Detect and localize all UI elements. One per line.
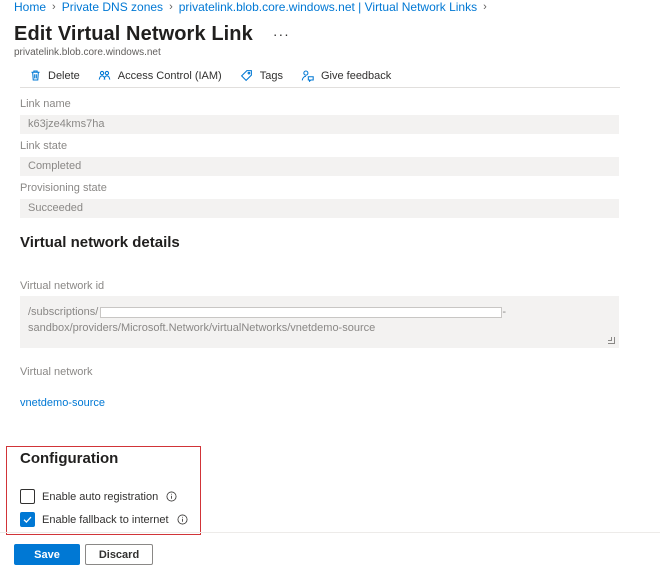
virtual-network-link[interactable]: vnetdemo-source (20, 397, 105, 409)
breadcrumb-home[interactable]: Home (14, 0, 46, 14)
breadcrumb-private-dns-zones[interactable]: Private DNS zones (62, 0, 163, 14)
redacted-block (100, 306, 503, 318)
virtual-network-details-heading: Virtual network details (20, 234, 180, 251)
tags-button[interactable]: Tags (240, 69, 283, 83)
provisioning-state-field: Succeeded (20, 199, 619, 218)
feedback-icon (301, 69, 315, 83)
delete-button[interactable]: Delete (28, 69, 80, 83)
fallback-row: Enable fallback to internet (20, 512, 188, 527)
configuration-heading: Configuration (20, 450, 119, 467)
discard-button[interactable]: Discard (85, 544, 153, 565)
link-state-label: Link state (20, 140, 68, 152)
link-name-label: Link name (20, 98, 71, 110)
access-control-button[interactable]: Access Control (IAM) (98, 69, 222, 83)
info-icon[interactable] (177, 514, 188, 525)
trash-icon (28, 69, 42, 83)
virtual-network-label: Virtual network (20, 366, 93, 378)
access-control-label: Access Control (IAM) (117, 69, 222, 82)
delete-label: Delete (48, 69, 80, 82)
tags-label: Tags (259, 69, 283, 82)
checkmark-icon (23, 516, 32, 523)
auto-registration-row: Enable auto registration (20, 489, 177, 504)
link-state-field: Completed (20, 157, 619, 176)
save-button[interactable]: Save (14, 544, 80, 565)
virtual-network-id-line2: sandbox/providers/Microsoft.Network/virt… (28, 322, 376, 334)
command-bar: Delete Access Control (IAM) Tags Give fe… (20, 64, 620, 88)
people-icon (98, 69, 112, 83)
breadcrumb: Home › Private DNS zones › privatelink.b… (14, 0, 493, 14)
fallback-label: Enable fallback to internet (42, 513, 169, 526)
link-name-field: k63jze4kms7ha (20, 115, 619, 134)
virtual-network-id-field[interactable]: /subscriptions/ - sandbox/providers/Micro… (20, 296, 619, 348)
virtual-network-id-label: Virtual network id (20, 280, 105, 292)
virtual-network-id-prefix: /subscriptions/ (28, 306, 99, 318)
auto-registration-label: Enable auto registration (42, 490, 159, 503)
tag-icon (240, 69, 254, 83)
auto-registration-checkbox[interactable] (20, 489, 35, 504)
fallback-checkbox[interactable] (20, 512, 35, 527)
give-feedback-button[interactable]: Give feedback (301, 69, 391, 83)
title-row: Edit Virtual Network Link ··· (14, 20, 290, 48)
more-options-button[interactable]: ··· (273, 26, 290, 42)
info-icon[interactable] (166, 491, 177, 502)
page-subtitle: privatelink.blob.core.windows.net (14, 47, 161, 58)
provisioning-state-label: Provisioning state (20, 182, 107, 194)
chevron-right-icon: › (52, 1, 56, 13)
chevron-right-icon: › (169, 1, 173, 13)
give-feedback-label: Give feedback (320, 69, 392, 82)
resize-handle[interactable] (608, 337, 615, 344)
virtual-network-id-suffix: - (502, 306, 506, 318)
breadcrumb-virtual-network-links[interactable]: privatelink.blob.core.windows.net | Virt… (179, 0, 477, 14)
chevron-right-icon: › (483, 1, 487, 13)
page-title: Edit Virtual Network Link (14, 22, 253, 45)
footer-divider (0, 532, 660, 533)
